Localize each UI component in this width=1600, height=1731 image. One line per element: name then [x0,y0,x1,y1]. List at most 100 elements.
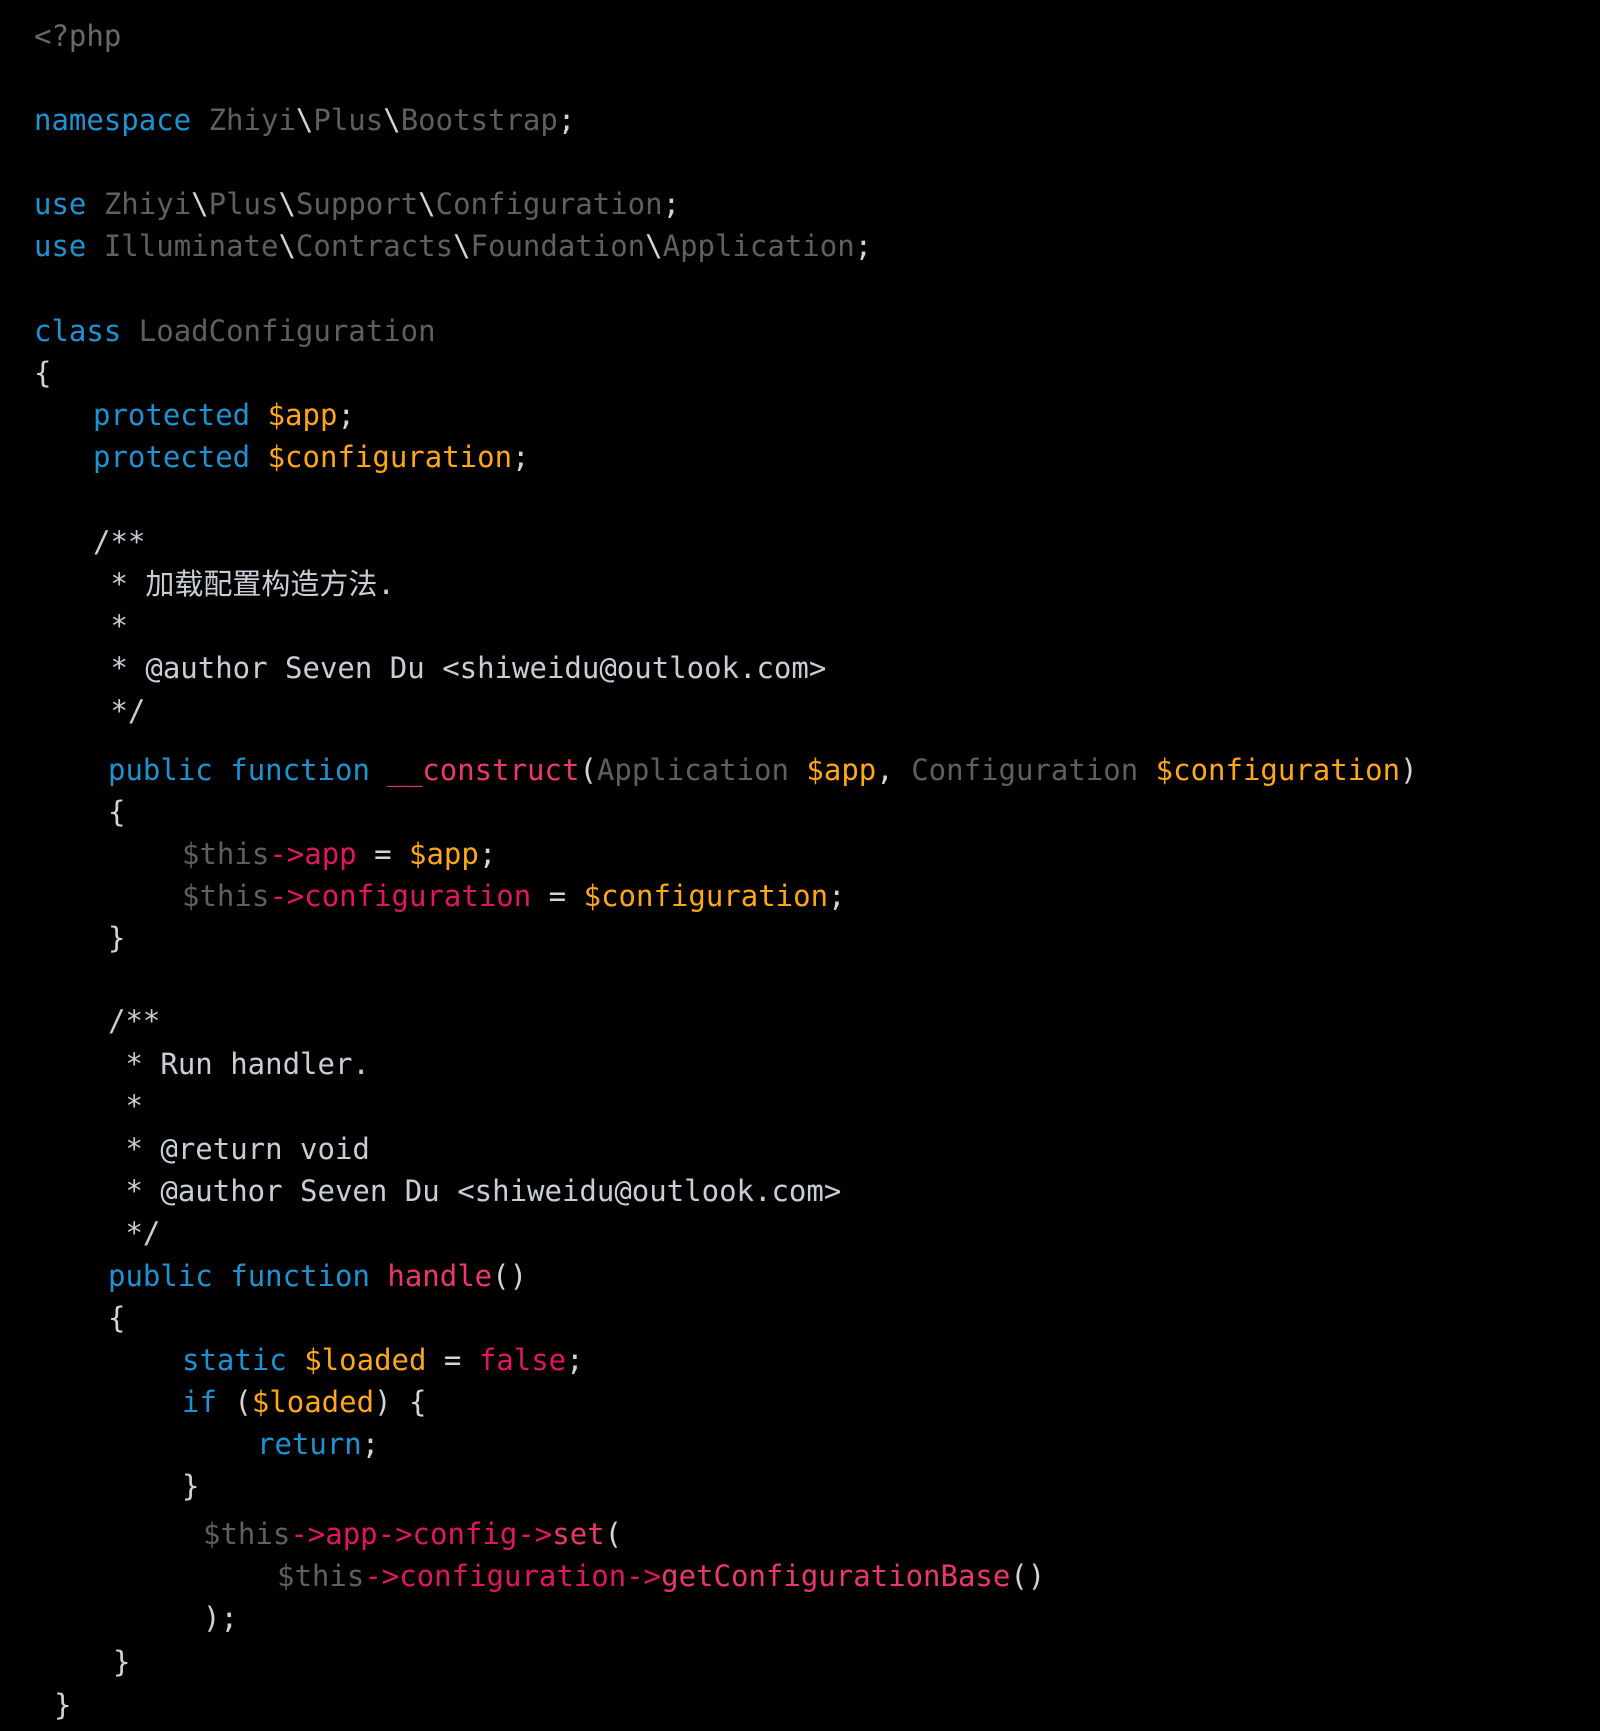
code-line: public function handle() [108,1255,527,1297]
code-token: Bootstrap [400,103,558,137]
code-token: -> [269,837,305,871]
code-token: } [113,1645,131,1679]
code-line: { [108,1297,125,1339]
code-token: $this [182,837,270,871]
code-line: { [108,791,125,833]
code-token: Configuration [911,753,1139,787]
code-token: public [108,1259,213,1293]
code-token: \ [418,187,436,221]
code-line: protected $app; [93,394,355,436]
code-token: ; [478,837,497,871]
code-token: -> [626,1559,662,1593]
code-token: getConfigurationBase [661,1559,1011,1593]
code-line: * Run handler. [108,1043,370,1085]
code-token: ; [557,103,576,137]
code-line: namespace Zhiyi\Plus\Bootstrap; [34,99,575,141]
code-token: if [182,1385,217,1419]
code-token: } [182,1469,200,1503]
code-line: */ [93,690,145,732]
code-line: { [34,352,51,394]
code-token: * 加载配置构造方法. [93,567,395,601]
code-token: = [426,1343,479,1377]
code-line: static $loaded = false; [182,1339,584,1381]
code-token: } [108,921,126,955]
code-line: * [108,1085,142,1127]
code-line: /** [93,521,145,563]
code-token: $loaded [286,1343,427,1377]
code-token: use [34,229,87,263]
code-line: } [54,1684,71,1726]
code-token: protected [93,440,251,474]
code-token: class [34,314,122,348]
code-token: = [531,879,584,913]
code-token: ; [566,1343,584,1377]
code-line: } [182,1465,199,1507]
code-token: ; [662,187,681,221]
code-token: \ [191,187,209,221]
code-line: * [93,605,128,647]
code-token: Zhiyi [86,187,192,221]
code-line: * @return void [108,1128,370,1170]
code-token: -> [364,1559,400,1593]
code-token: static [182,1343,287,1377]
code-token: = [356,837,410,871]
code-token: ) [1400,753,1418,787]
code-token: LoadConfiguration [121,314,436,348]
code-token: ) { [374,1385,427,1419]
code-line: protected $configuration; [93,436,530,478]
code-token: * Run handler. [108,1047,370,1081]
code-line: class LoadConfiguration [34,310,436,352]
code-token: -> [377,1517,413,1551]
code-token: \ [453,229,471,263]
code-token: ( [604,1517,623,1551]
code-token: \ [295,103,314,137]
code-token: -> [290,1517,326,1551]
code-token: Application [596,753,789,787]
code-line: public function __construct(Application … [108,749,1418,791]
code-token: Support [295,187,419,221]
code-token: * [93,609,128,643]
code-token: configuration [304,879,532,913]
code-token: ); [203,1601,238,1635]
code-line: return; [257,1423,379,1465]
code-token: */ [108,1216,161,1250]
code-token: $app [409,837,479,871]
code-token: namespace [34,103,192,137]
code-line: $this->configuration = $configuration; [182,875,846,917]
code-token: ; [854,229,873,263]
code-token: \ [383,103,401,137]
code-token: Configuration [435,187,663,221]
code-line: } [113,1641,130,1683]
code-token: app [325,1517,378,1551]
code-token: $app [250,398,338,432]
code-token: Plus [208,187,279,221]
code-token: $this [277,1559,365,1593]
code-token: /** [108,1004,161,1038]
code-editor[interactable]: <?php namespace Zhiyi\Plus\Bootstrap; use … [0,0,1600,1731]
code-token: () [492,1259,528,1293]
code-token: function [230,1259,370,1293]
code-token: -> [269,879,305,913]
code-line: } [108,917,125,959]
code-token: * @author Seven Du <shiweidu@outlook.com… [108,1174,842,1208]
code-token: ; [828,879,846,913]
code-token: * @return void [108,1132,370,1166]
code-token: Contracts [295,229,454,263]
code-line: $this->app = $app; [182,833,496,875]
code-token: \ [278,229,296,263]
code-token: use [34,187,87,221]
code-token: /** [93,525,146,559]
code-token: app [304,837,357,871]
code-token: } [54,1688,72,1722]
code-token: protected [93,398,251,432]
code-line: if ($loaded) { [182,1381,426,1423]
code-token: { [108,795,126,829]
code-token: ; [512,440,530,474]
code-token: set [552,1517,605,1551]
code-token: $app [788,753,877,787]
code-token: Application [662,229,855,263]
code-line: <?php [34,15,121,57]
code-line: use Illuminate\Contracts\Foundation\Appl… [34,225,872,267]
